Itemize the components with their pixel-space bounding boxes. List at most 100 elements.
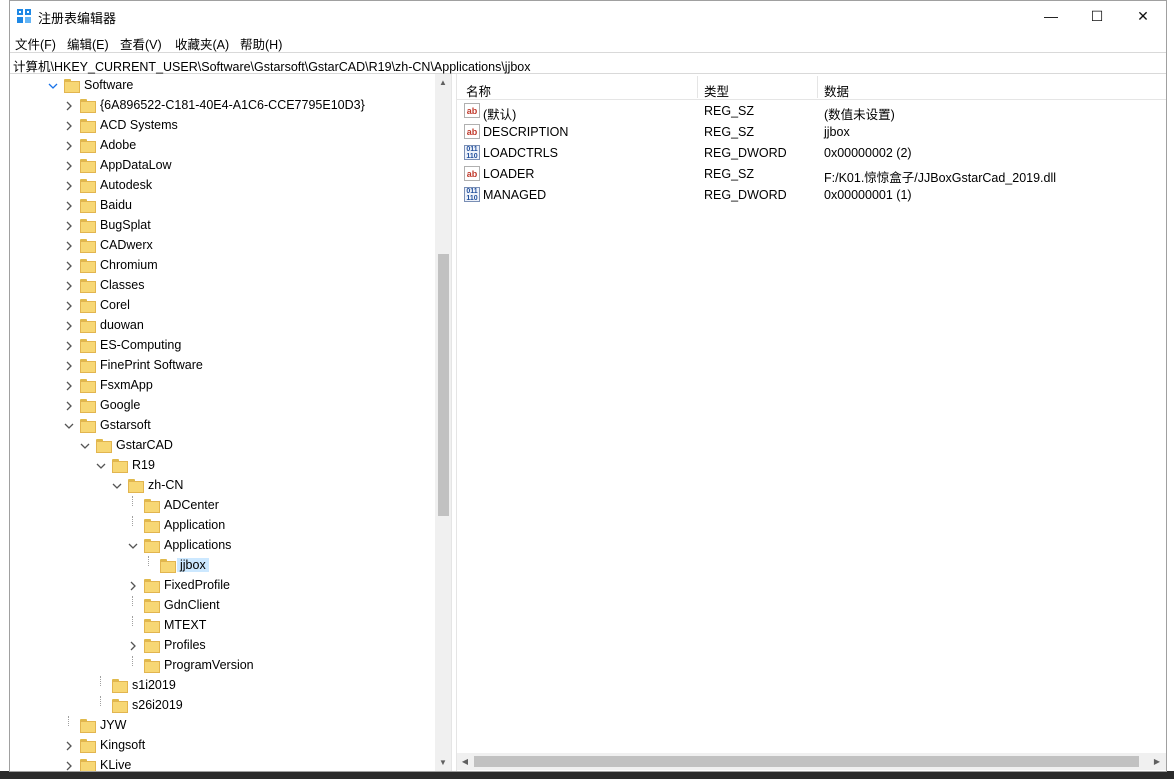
chevron-right-icon[interactable] — [64, 761, 74, 771]
chevron-right-icon[interactable] — [128, 581, 138, 591]
folder-icon — [80, 279, 96, 293]
value-type: REG_SZ — [704, 125, 755, 139]
tree-item[interactable]: KLive — [10, 756, 430, 771]
chevron-right-icon[interactable] — [64, 241, 74, 251]
registry-key-tree[interactable]: Software {6A896522-C181-40E4-A1C6-CCE7795… — [10, 74, 451, 771]
tree-item[interactable]: ES-Computing — [10, 336, 430, 356]
tree-item[interactable]: jjbox — [10, 556, 430, 576]
tree-item[interactable]: Adobe — [10, 136, 430, 156]
tree-item[interactable]: Kingsoft — [10, 736, 430, 756]
chevron-right-icon[interactable] — [128, 641, 138, 651]
chevron-right-icon[interactable] — [64, 741, 74, 751]
value-row[interactable]: ab (默认) REG_SZ (数值未设置) — [457, 101, 1157, 122]
tree-item[interactable]: CADwerx — [10, 236, 430, 256]
chevron-right-icon[interactable] — [64, 101, 74, 111]
maximize-button[interactable]: ☐ — [1074, 1, 1120, 31]
chevron-right-icon[interactable] — [64, 301, 74, 311]
tree-item-label: Software — [84, 78, 134, 92]
tree-item[interactable]: Gstarsoft — [10, 416, 430, 436]
folder-icon — [96, 439, 112, 453]
tree-item[interactable]: JYW — [10, 716, 430, 736]
tree-item[interactable]: Software — [10, 76, 430, 96]
tree-item[interactable]: Applications — [10, 536, 430, 556]
folder-icon — [80, 379, 96, 393]
column-header-name[interactable]: 名称 — [466, 81, 491, 100]
tree-item[interactable]: Classes — [10, 276, 430, 296]
tree-item[interactable]: {6A896522-C181-40E4-A1C6-CCE7795E10D3} — [10, 96, 430, 116]
minimize-button[interactable]: — — [1028, 1, 1074, 31]
chevron-right-icon[interactable] — [64, 201, 74, 211]
column-divider[interactable] — [697, 76, 698, 98]
chevron-down-icon[interactable] — [96, 461, 106, 471]
list-scroll-thumb[interactable] — [474, 756, 1139, 767]
chevron-right-icon[interactable] — [64, 221, 74, 231]
column-header-data[interactable]: 数据 — [824, 81, 849, 100]
column-divider[interactable] — [817, 76, 818, 98]
list-horizontal-scrollbar[interactable]: ◀ ▶ — [457, 753, 1166, 770]
tree-item[interactable]: duowan — [10, 316, 430, 336]
chevron-right-icon[interactable] — [64, 381, 74, 391]
tree-item[interactable]: Chromium — [10, 256, 430, 276]
tree-item[interactable]: ACD Systems — [10, 116, 430, 136]
scroll-down-icon[interactable]: ▼ — [435, 754, 451, 770]
tree-scroll-thumb[interactable] — [438, 254, 449, 516]
tree-item[interactable]: Corel — [10, 296, 430, 316]
menu-view[interactable]: 查看(V) — [120, 34, 162, 53]
chevron-right-icon[interactable] — [64, 281, 74, 291]
tree-item[interactable]: ProgramVersion — [10, 656, 430, 676]
chevron-right-icon[interactable] — [64, 141, 74, 151]
chevron-right-icon[interactable] — [64, 161, 74, 171]
tree-item[interactable]: FixedProfile — [10, 576, 430, 596]
tree-item[interactable]: MTEXT — [10, 616, 430, 636]
tree-vertical-scrollbar[interactable]: ▲ ▼ — [435, 74, 451, 771]
tree-item[interactable]: R19 — [10, 456, 430, 476]
value-row[interactable]: 011 110 MANAGED REG_DWORD 0x00000001 (1) — [457, 185, 1157, 206]
menu-edit[interactable]: 编辑(E) — [67, 34, 109, 53]
folder-icon — [128, 479, 144, 493]
tree-item[interactable]: Autodesk — [10, 176, 430, 196]
menu-file[interactable]: 文件(F) — [15, 34, 56, 53]
chevron-right-icon[interactable] — [64, 401, 74, 411]
folder-icon — [80, 299, 96, 313]
scroll-left-icon[interactable]: ◀ — [457, 753, 473, 769]
values-list: 名称 类型 数据 ab (默认) REG_SZ (数值未设置) ab DESCRIPTIO… — [457, 74, 1166, 771]
tree-item-label: Google — [100, 398, 141, 412]
scroll-up-icon[interactable]: ▲ — [435, 74, 451, 90]
column-header-type[interactable]: 类型 — [704, 81, 729, 100]
tree-item[interactable]: zh-CN — [10, 476, 430, 496]
tree-item[interactable]: GstarCAD — [10, 436, 430, 456]
tree-item[interactable]: Baidu — [10, 196, 430, 216]
chevron-right-icon[interactable] — [64, 121, 74, 131]
tree-guide-line — [132, 596, 133, 606]
chevron-right-icon[interactable] — [64, 261, 74, 271]
tree-item[interactable]: ADCenter — [10, 496, 430, 516]
tree-item[interactable]: s1i2019 — [10, 676, 430, 696]
chevron-right-icon[interactable] — [64, 341, 74, 351]
value-row[interactable]: ab LOADER REG_SZ F:/K01.惊惊盒子/JJBoxGstarCad_… — [457, 164, 1157, 185]
tree-item[interactable]: AppDataLow — [10, 156, 430, 176]
address-bar[interactable]: 计算机\HKEY_CURRENT_USER\Software\Gstarsoft… — [10, 52, 1166, 74]
tree-item[interactable]: Profiles — [10, 636, 430, 656]
title-bar[interactable]: 注册表编辑器 — ☐ ✕ — [10, 1, 1166, 31]
tree-item[interactable]: FsxmApp — [10, 376, 430, 396]
tree-item[interactable]: FinePrint Software — [10, 356, 430, 376]
menu-favorites[interactable]: 收藏夹(A) — [175, 34, 229, 53]
value-row[interactable]: 011 110 LOADCTRLS REG_DWORD 0x00000002 (2) — [457, 143, 1157, 164]
tree-item[interactable]: Application — [10, 516, 430, 536]
chevron-down-icon[interactable] — [48, 81, 58, 91]
value-row[interactable]: ab DESCRIPTION REG_SZ jjbox — [457, 122, 1157, 143]
chevron-down-icon[interactable] — [112, 481, 122, 491]
scroll-right-icon[interactable]: ▶ — [1149, 753, 1165, 769]
tree-item[interactable]: Google — [10, 396, 430, 416]
chevron-down-icon[interactable] — [80, 441, 90, 451]
tree-item[interactable]: GdnClient — [10, 596, 430, 616]
menu-help[interactable]: 帮助(H) — [240, 34, 282, 53]
chevron-right-icon[interactable] — [64, 181, 74, 191]
close-button[interactable]: ✕ — [1120, 1, 1166, 31]
chevron-right-icon[interactable] — [64, 321, 74, 331]
chevron-down-icon[interactable] — [128, 541, 138, 551]
chevron-down-icon[interactable] — [64, 421, 74, 431]
tree-item[interactable]: s26i2019 — [10, 696, 430, 716]
chevron-right-icon[interactable] — [64, 361, 74, 371]
tree-item[interactable]: BugSplat — [10, 216, 430, 236]
